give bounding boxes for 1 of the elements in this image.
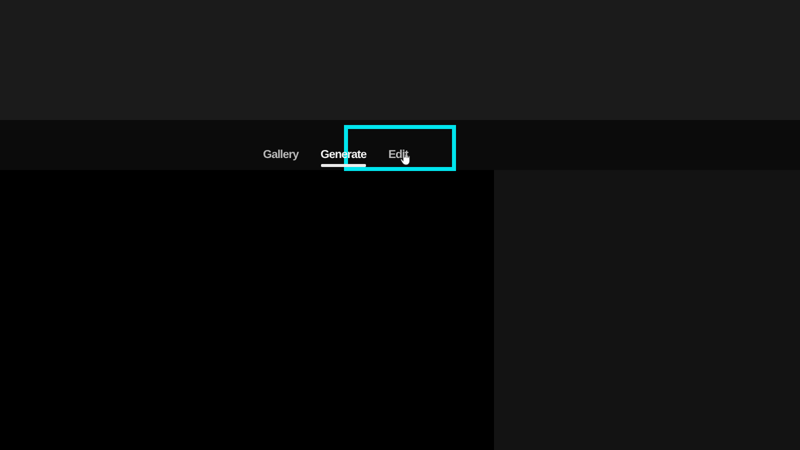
tab[interactable]: Gallery: [263, 120, 298, 170]
